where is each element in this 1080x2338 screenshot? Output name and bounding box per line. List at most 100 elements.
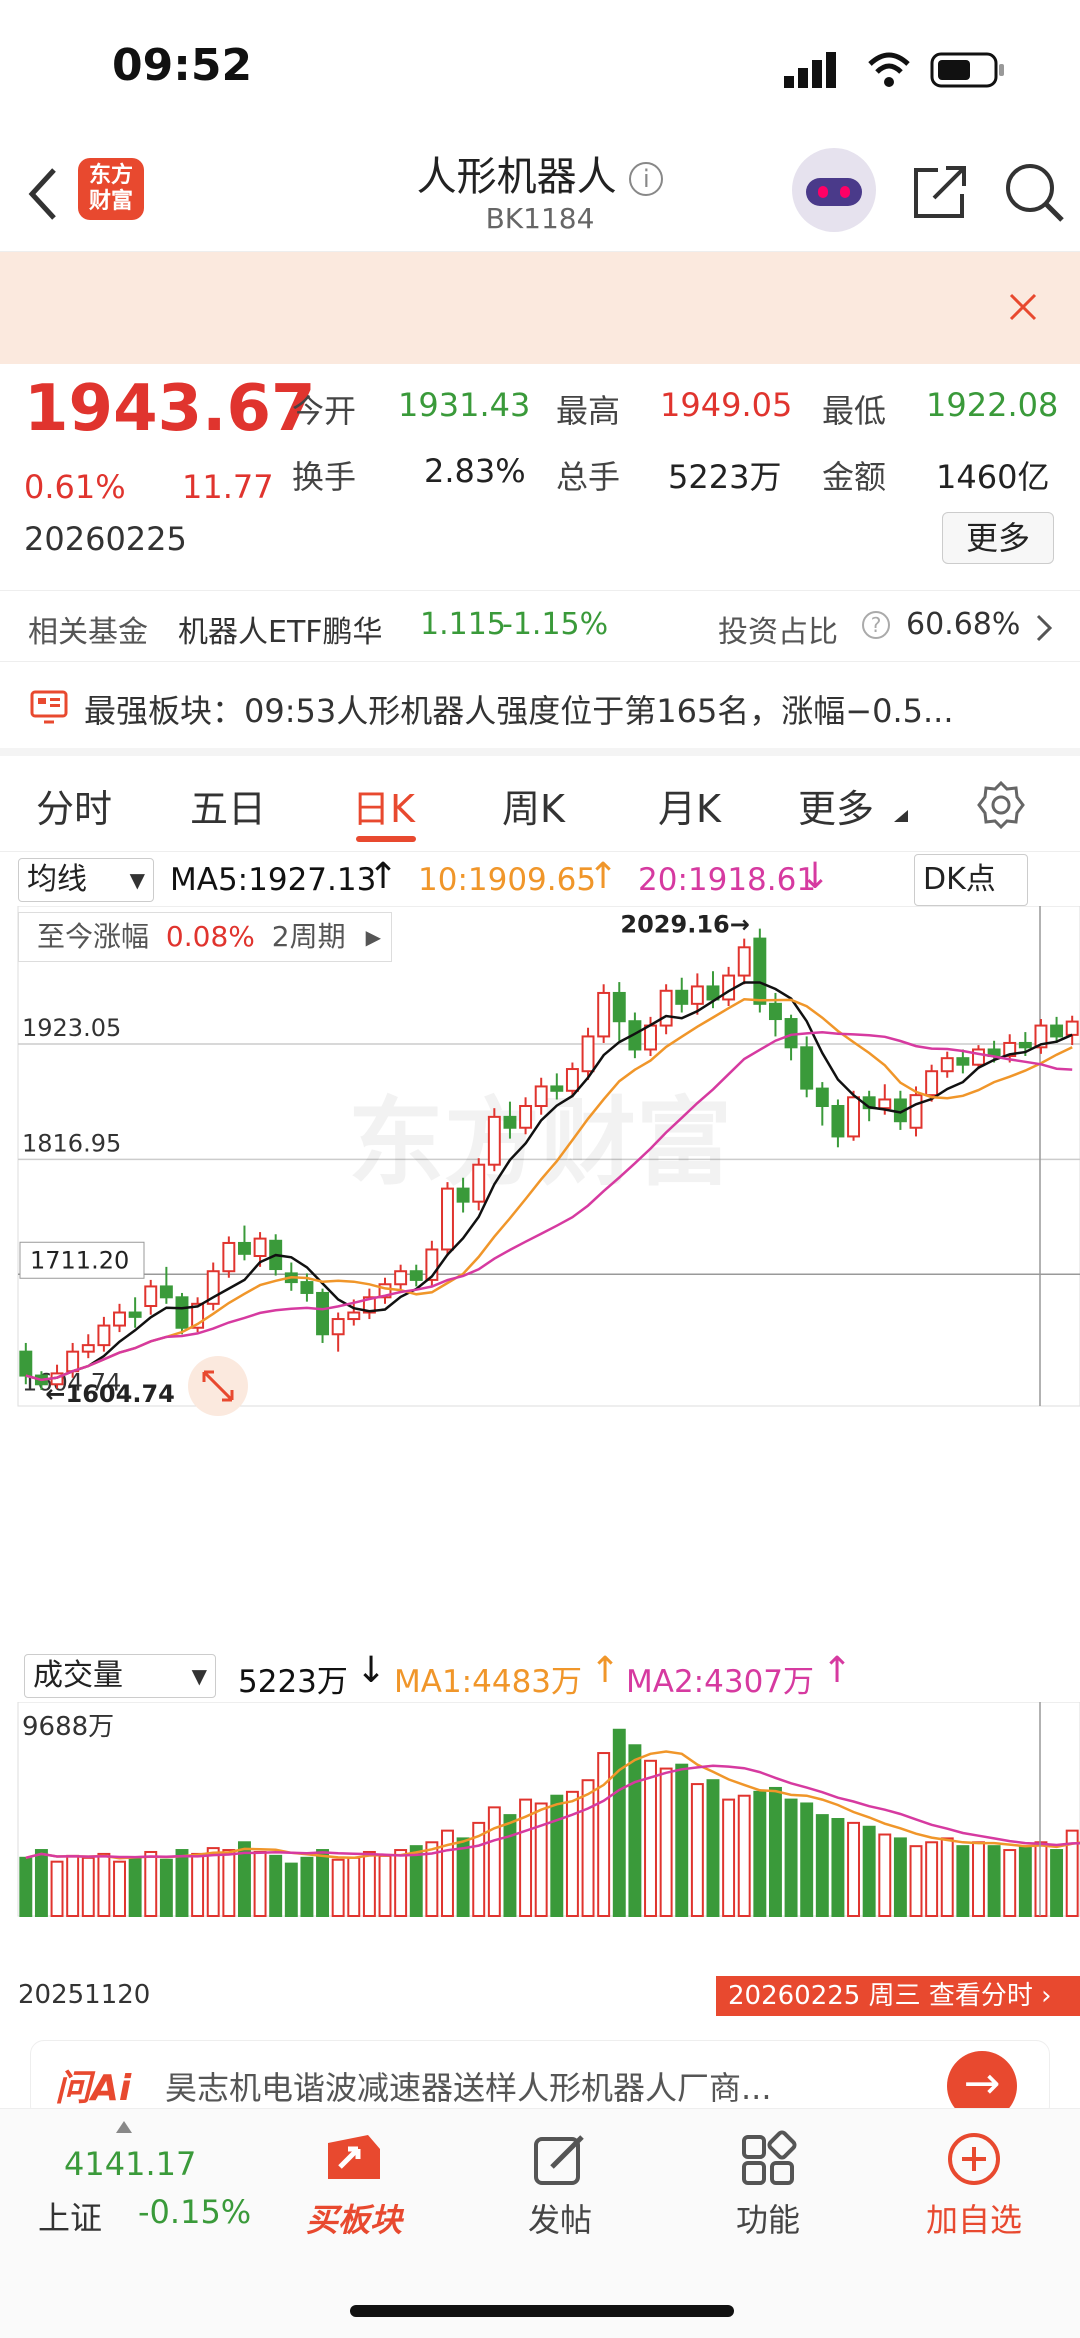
candle-body [97,1324,111,1347]
volume-bar [456,1837,470,1917]
amount-value: 1460亿 [936,458,1050,496]
volume-bar [487,1806,501,1917]
volume-bar [612,1728,626,1918]
volume-bar [909,1845,923,1917]
candle-body [956,1057,970,1066]
ma5-arrow: ↑ [368,856,399,897]
volume-bar [722,1798,736,1917]
candle-body [81,1344,95,1353]
volume-value: 5223万 [668,458,782,496]
kline-chart[interactable]: 均线 ▼ MA5:1927.13 ↑ 10:1909.65 ↑ 20:1918.… [0,852,1080,2022]
close-icon[interactable] [1008,292,1038,322]
app-header: 东方 财富 人形机器人 i BK1184 [0,140,1080,252]
candle-body [441,1187,454,1251]
candle-body [237,1241,251,1255]
volume-bar [50,1860,64,1917]
volume-bar [191,1852,205,1917]
index-change[interactable]: -0.15% [138,2193,251,2231]
info-icon[interactable]: i [629,162,664,196]
help-icon[interactable]: ? [862,611,890,639]
candle-body [1050,1024,1064,1038]
ma2-arrow: ↑ [822,1650,853,1691]
ma20-value: 20:1918.61 [638,862,817,898]
candle-body [550,1085,564,1092]
ai-text: 昊志机电谐波减速器送样人形机器人厂商... [165,2069,772,2107]
edit-icon [534,2135,584,2185]
candle-body [800,1046,814,1090]
volume-bar [597,1752,611,1918]
change-amount: 11.77 [182,468,274,506]
chevron-right-icon [1036,614,1053,642]
battery-icon [930,52,1004,88]
related-fund-row[interactable]: 相关基金 机器人ETF鹏华 1.115 -1.15% 投资占比 ? 60.68% [0,590,1080,662]
volume-bar [113,1860,126,1917]
candle-body [175,1296,189,1329]
candle-body [456,1187,470,1203]
vol-value: 5223万 [238,1664,348,1700]
more-button[interactable]: 更多 [942,512,1054,564]
volume-bar [753,1790,767,1917]
candle-body [487,1115,501,1166]
home-indicator [350,2305,734,2317]
volume-bar [1018,1845,1032,1917]
tab-more[interactable]: 更多 [798,778,874,833]
candle-body [159,1285,173,1299]
change-pct: 0.61% [24,468,126,506]
since-gain-box[interactable]: 至今涨幅 0.08% 2周期 ▶ [18,912,392,962]
candle-body [113,1311,126,1327]
add-watchlist-button[interactable]: 加自选 [904,2129,1044,2241]
volume-bar [847,1821,861,1917]
price-axis-label: 1923.05 [22,1014,121,1042]
volume-bar [253,1850,267,1917]
settings-icon[interactable] [976,780,1026,830]
view-intraday-badge[interactable]: 20260225 周三 查看分时 › [716,1976,1080,2016]
candle-body [394,1270,408,1286]
buy-sector-icon [328,2135,380,2179]
candle-body [128,1311,142,1318]
tab-five-day[interactable]: 五日 [190,778,266,833]
volume-svg [17,1702,1080,1918]
high-label: 最高 [556,392,621,430]
tab-daily-k[interactable]: 日K [352,778,415,833]
volume-bar [534,1802,548,1917]
share-icon[interactable] [910,162,970,222]
turnover-label: 换手 [292,458,357,496]
signal-icon [784,52,836,88]
dropdown-icon [894,810,908,822]
candle-body [316,1291,330,1336]
tab-intraday[interactable]: 分时 [36,778,112,833]
volume-bar [206,1847,220,1918]
ma10-value: 10:1909.65 [418,862,597,898]
search-icon[interactable] [1002,160,1066,224]
volume-bar [831,1818,845,1917]
indicator-select[interactable]: 均线 ▼ [18,858,154,902]
volume-bar [97,1852,111,1917]
features-button[interactable]: 功能 [698,2129,838,2241]
ratio-value: 60.68% [906,607,1021,642]
buy-sector-button[interactable]: 买板块 [284,2129,424,2241]
volume-bar [1003,1849,1017,1917]
wifi-icon [868,52,910,87]
volume-bar [956,1845,970,1917]
dk-point-select[interactable]: DK点 [914,854,1028,906]
volume-bar [987,1845,1001,1917]
candle-body [690,985,704,1005]
tab-monthly-k[interactable]: 月K [658,778,721,833]
volume-bar [81,1856,95,1918]
candle-body [612,991,626,1023]
low-label: 最低 [822,392,887,430]
index-value[interactable]: 4141.17 [64,2145,196,2183]
candle-body [768,1002,782,1021]
tab-weekly-k[interactable]: 周K [502,778,565,833]
candle-body [815,1087,829,1107]
volume-bar [675,1763,689,1918]
index-name[interactable]: 上证 [38,2193,102,2239]
strongest-sector-row[interactable]: 最强板块：09:53人形机器人强度位于第165名，涨幅−0.5... [0,664,1080,756]
candle-body [1065,1020,1079,1036]
fund-price: 1.115 [420,607,506,642]
post-button[interactable]: 发帖 [490,2129,630,2241]
status-bar: 09:52 [0,0,1080,140]
robot-avatar[interactable] [792,148,876,232]
volume-select[interactable]: 成交量 ▼ [24,1654,216,1698]
candle-body [972,1048,985,1066]
